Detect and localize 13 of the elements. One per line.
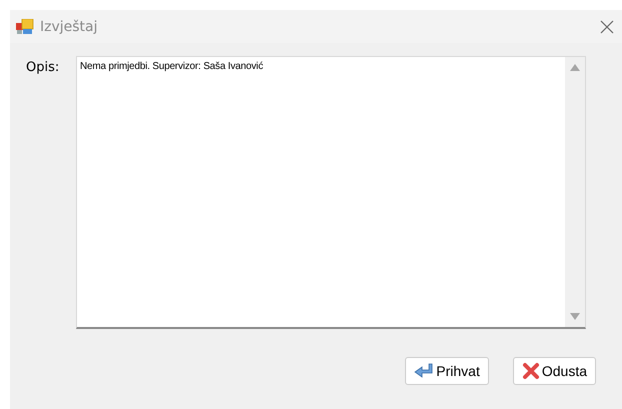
scrollbar[interactable] (565, 57, 585, 327)
return-arrow-icon (414, 362, 434, 380)
field-label: Opis: (26, 60, 60, 75)
description-field[interactable]: Nema primjedbi. Supervizor: Saša Ivanović (76, 56, 586, 329)
field-value: Nema primjedbi. Supervizor: Saša Ivanović (79, 60, 264, 74)
window-app-icon (16, 18, 34, 34)
cross-icon (522, 362, 540, 380)
window-title: Izvještaj (40, 18, 99, 34)
cancel-button[interactable]: Odusta (512, 357, 596, 385)
scroll-down-icon[interactable] (570, 313, 580, 320)
close-icon[interactable] (600, 20, 614, 34)
accept-button[interactable]: Prihvat (405, 357, 489, 385)
scroll-up-icon[interactable] (570, 64, 580, 71)
